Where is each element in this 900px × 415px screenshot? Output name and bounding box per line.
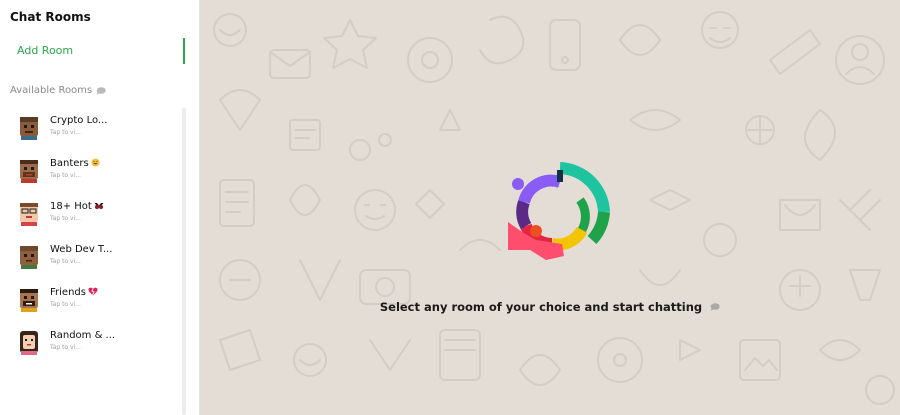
room-item-banters[interactable]: Banters Tap to vi... (0, 153, 180, 193)
avatar (20, 203, 38, 226)
room-subtitle: Tap to vi... (50, 129, 81, 136)
room-list-scrollbar[interactable] (182, 108, 186, 415)
empty-state-text: Select any room of your choice and start… (379, 300, 703, 314)
room-subtitle: Tap to vi... (50, 258, 81, 265)
available-rooms-heading: Available Rooms (10, 85, 106, 96)
room-subtitle: Tap to vi... (50, 344, 81, 351)
chat-placeholder-panel: Select any room of your choice and start… (200, 0, 900, 415)
room-item-web-dev[interactable]: Web Dev T... Tap to vi... (0, 239, 180, 279)
add-room-label: Add Room (17, 44, 74, 57)
room-name: Random & ... (50, 330, 116, 341)
available-rooms-label: Available Rooms (10, 85, 93, 96)
room-name: Banters (50, 158, 100, 169)
app-logo-icon (508, 162, 610, 260)
room-name: Web Dev T... (50, 244, 113, 255)
room-item-crypto[interactable]: Crypto Lo... Tap to vi... (0, 110, 180, 150)
broken-heart-icon (88, 287, 98, 296)
avatar (20, 331, 38, 355)
bikini-icon (94, 203, 104, 209)
room-subtitle: Tap to vi... (50, 172, 81, 179)
sidebar-title: Chat Rooms (10, 10, 91, 24)
avatar (20, 289, 38, 312)
room-list: Crypto Lo... Tap to vi... Banters Tap to… (0, 106, 186, 415)
speech-bubble-icon (710, 303, 720, 311)
avatar (20, 246, 38, 269)
empty-state-message: Select any room of your choice and start… (200, 300, 900, 314)
room-subtitle: Tap to vi... (50, 301, 81, 308)
laughing-face-icon (91, 158, 100, 167)
room-item-random[interactable]: Random & ... Tap to vi... (0, 325, 180, 365)
avatar (20, 117, 38, 140)
add-room-button[interactable]: Add Room (0, 38, 185, 64)
room-item-friends[interactable]: Friends Tap to vi... (0, 282, 180, 322)
room-item-18-hot[interactable]: 18+ Hot Tap to vi... (0, 196, 180, 236)
avatar (20, 160, 38, 183)
room-name: Friends (50, 287, 98, 298)
room-name: 18+ Hot (50, 201, 104, 212)
sidebar: Chat Rooms Add Room Available Rooms Cryp… (0, 0, 200, 415)
speech-bubble-icon (96, 86, 106, 95)
room-subtitle: Tap to vi... (50, 215, 81, 222)
room-name: Crypto Lo... (50, 115, 108, 126)
